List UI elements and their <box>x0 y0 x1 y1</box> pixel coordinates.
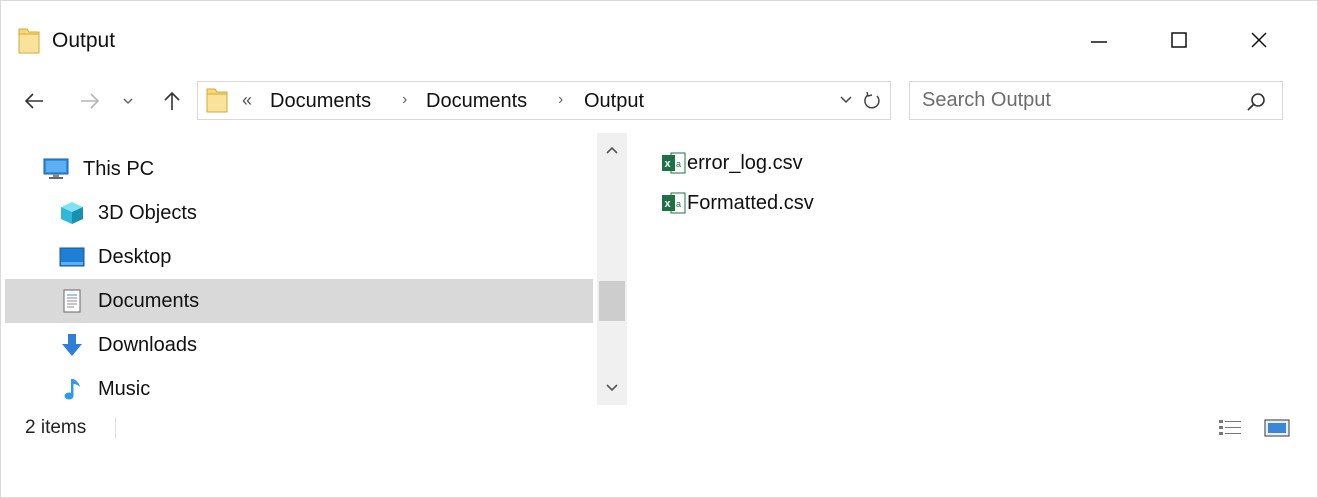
folder-icon <box>206 88 228 113</box>
refresh-button[interactable] <box>860 89 884 113</box>
nav-item-desktop[interactable]: Desktop <box>5 235 593 279</box>
chevron-down-icon <box>840 96 852 104</box>
navigation-pane[interactable]: This PC 3D Objects Desktop Documents Dow… <box>5 133 627 405</box>
cube-icon <box>61 202 83 224</box>
item-count: 2 items <box>25 417 87 438</box>
up-button[interactable] <box>155 87 189 115</box>
computer-icon <box>43 158 69 179</box>
download-arrow-icon <box>62 334 82 356</box>
arrow-left-icon <box>24 93 43 109</box>
arrow-up-icon <box>164 91 180 110</box>
nav-item-label: Music <box>98 378 151 400</box>
file-name: error_log.csv <box>687 152 803 174</box>
close-button[interactable] <box>1223 17 1295 63</box>
nav-pane-scrollbar[interactable] <box>597 133 627 405</box>
breadcrumb-output[interactable]: Output <box>584 90 644 113</box>
search-input[interactable] <box>922 86 1222 114</box>
breadcrumb-documents[interactable]: Documents <box>426 90 527 113</box>
address-bar[interactable]: « Documents › Documents › Output <box>197 81 891 120</box>
scroll-thumb[interactable] <box>599 281 625 321</box>
nav-item-label: Desktop <box>98 246 172 268</box>
excel-csv-icon: a x <box>662 152 686 174</box>
nav-item-label: This PC <box>83 158 155 180</box>
file-item[interactable]: a x error_log.csv <box>661 145 961 181</box>
svg-text:x: x <box>665 158 672 170</box>
chevron-down-icon <box>606 384 618 392</box>
maximize-button[interactable] <box>1143 17 1215 63</box>
arrow-right-icon <box>81 93 100 109</box>
address-dropdown-button[interactable] <box>836 89 856 111</box>
back-button[interactable] <box>17 87 51 115</box>
status-bar: 2 items <box>1 405 1317 445</box>
large-icons-view-icon[interactable] <box>1263 417 1291 439</box>
desktop-icon <box>59 247 85 267</box>
search-icon[interactable] <box>1244 90 1268 114</box>
title-bar[interactable]: Output <box>1 1 1317 81</box>
scroll-down-button[interactable] <box>597 375 627 401</box>
svg-text:a: a <box>676 199 681 209</box>
nav-item-this-pc[interactable]: This PC <box>5 147 593 191</box>
file-explorer-window: Output « Documents › Documents › Output <box>0 0 1318 498</box>
scroll-up-button[interactable] <box>597 137 627 163</box>
file-item[interactable]: a x Formatted.csv <box>661 185 961 221</box>
nav-item-label: Documents <box>98 290 200 312</box>
svg-text:x: x <box>665 198 672 210</box>
maximize-icon <box>1171 32 1187 48</box>
breadcrumb-separator[interactable]: › <box>402 91 407 109</box>
file-name: Formatted.csv <box>687 192 814 214</box>
nav-item-label: Downloads <box>98 334 197 356</box>
file-list[interactable]: a x error_log.csv a x Formatted.csv <box>651 141 1251 401</box>
search-box[interactable] <box>909 81 1283 120</box>
nav-item-3d-objects[interactable]: 3D Objects <box>5 191 593 235</box>
excel-csv-icon: a x <box>662 192 686 214</box>
minimize-icon <box>1091 41 1107 43</box>
overflow-chevron[interactable]: « <box>242 90 252 111</box>
music-note-icon <box>64 379 80 400</box>
recent-locations-button[interactable] <box>117 87 139 115</box>
svg-text:a: a <box>676 159 681 169</box>
details-view-icon[interactable] <box>1217 417 1243 439</box>
window-title: Output <box>52 29 116 52</box>
refresh-icon <box>864 91 880 109</box>
minimize-button[interactable] <box>1063 17 1135 63</box>
forward-button[interactable] <box>73 87 107 115</box>
document-icon <box>63 289 81 313</box>
chevron-down-icon <box>123 98 133 105</box>
close-icon <box>1251 32 1267 48</box>
breadcrumb-documents[interactable]: Documents <box>270 90 371 113</box>
chevron-up-icon <box>606 146 618 154</box>
status-divider <box>115 417 116 439</box>
folder-icon <box>18 28 40 54</box>
nav-item-label: 3D Objects <box>98 202 197 224</box>
nav-item-downloads[interactable]: Downloads <box>5 323 593 367</box>
breadcrumb-separator[interactable]: › <box>558 91 563 109</box>
nav-item-documents[interactable]: Documents <box>5 279 593 323</box>
